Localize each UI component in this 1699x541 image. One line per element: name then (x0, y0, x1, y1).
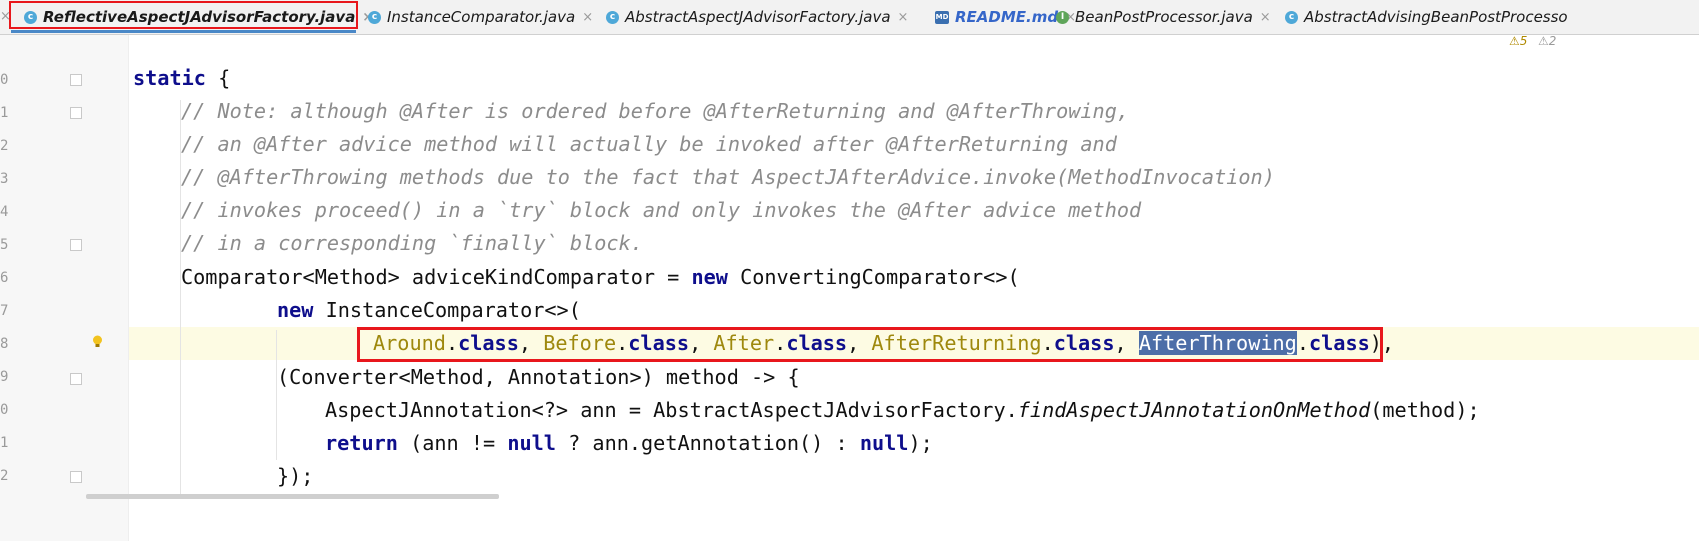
code-highlight-box (357, 327, 1383, 362)
close-icon[interactable]: × (898, 10, 909, 25)
line-number: 0 (0, 72, 9, 88)
close-icon[interactable]: × (582, 10, 593, 25)
line-number: 4 (0, 204, 9, 220)
tab-label: AbstractAspectJAdvisorFactory.java (625, 8, 891, 26)
class-icon: c (606, 10, 619, 24)
fold-marker[interactable] (70, 74, 82, 86)
weak-warnings-indicator[interactable]: ⚠2 (1538, 34, 1556, 48)
gutter-divider (128, 35, 129, 541)
code-comment[interactable]: // @AfterThrowing methods due to the fac… (181, 161, 1275, 194)
tab-label: README.md (955, 8, 1059, 26)
line-number: 3 (0, 171, 9, 187)
line-number: 1 (0, 105, 9, 121)
code-line[interactable]: new InstanceComparator<>( (277, 294, 581, 327)
code-comment[interactable]: // an @After advice method will actually… (181, 128, 1117, 161)
warning-icon: ⚠ (1509, 34, 1520, 48)
tab-label: BeanPostProcessor.java (1075, 8, 1253, 26)
lightbulb-icon[interactable] (92, 335, 103, 348)
tab-instance-comparator[interactable]: c InstanceComparator.java × (368, 0, 593, 34)
code-line[interactable]: AspectJAnnotation<?> ann = AbstractAspec… (325, 394, 1480, 427)
warnings-indicator[interactable]: ⚠5 (1509, 34, 1527, 48)
tab-highlight-box (9, 1, 358, 29)
code-comment[interactable]: // invokes proceed() in a `try` block an… (181, 194, 1141, 227)
class-icon: c (1285, 10, 1298, 24)
line-number: 8 (0, 336, 9, 352)
editor-tab-bar: × c ReflectiveAspectJAdvisorFactory.java… (0, 0, 1699, 35)
tab-readme[interactable]: MD README.md × (935, 0, 1076, 34)
code-line[interactable]: static { (133, 62, 230, 95)
fold-marker[interactable] (70, 471, 82, 483)
code-line[interactable]: }); (277, 460, 313, 493)
close-icon[interactable]: × (1260, 10, 1271, 25)
fold-marker[interactable] (70, 107, 82, 119)
active-tab-indicator (11, 30, 356, 33)
indent-guide (276, 330, 277, 460)
weak-warning-icon: ⚠ (1538, 34, 1549, 48)
code-line[interactable]: (Converter<Method, Annotation>) method -… (277, 361, 800, 394)
code-comment[interactable]: // Note: although @After is ordered befo… (181, 95, 1129, 128)
line-number: 5 (0, 237, 9, 253)
markdown-icon: MD (935, 10, 949, 24)
horizontal-scrollbar[interactable] (86, 494, 499, 499)
fold-marker[interactable] (70, 239, 82, 251)
tab-bean-post-processor[interactable]: I BeanPostProcessor.java × (1056, 0, 1271, 34)
line-number: 7 (0, 303, 9, 319)
line-number: 2 (0, 138, 9, 154)
code-line[interactable]: return (ann != null ? ann.getAnnotation(… (325, 427, 933, 460)
code-comment[interactable]: // in a corresponding `finally` block. (181, 227, 643, 260)
fold-marker[interactable] (70, 373, 82, 385)
editor-gutter[interactable] (0, 35, 128, 541)
line-number: 2 (0, 468, 9, 484)
line-number: 9 (0, 369, 9, 385)
class-icon: c (368, 10, 381, 24)
tab-label: AbstractAdvisingBeanPostProcesso (1304, 8, 1568, 26)
tab-abstract-aspectj-advisor-factory[interactable]: c AbstractAspectJAdvisorFactory.java × (606, 0, 908, 34)
line-number: 0 (0, 402, 9, 418)
tab-abstract-advising-bean-post-processor[interactable]: c AbstractAdvisingBeanPostProcesso (1285, 0, 1568, 34)
interface-icon: I (1056, 10, 1069, 24)
tab-label: InstanceComparator.java (387, 8, 576, 26)
code-line[interactable]: Comparator<Method> adviceKindComparator … (181, 261, 1020, 294)
line-number: 6 (0, 270, 9, 286)
line-number: 1 (0, 435, 9, 451)
